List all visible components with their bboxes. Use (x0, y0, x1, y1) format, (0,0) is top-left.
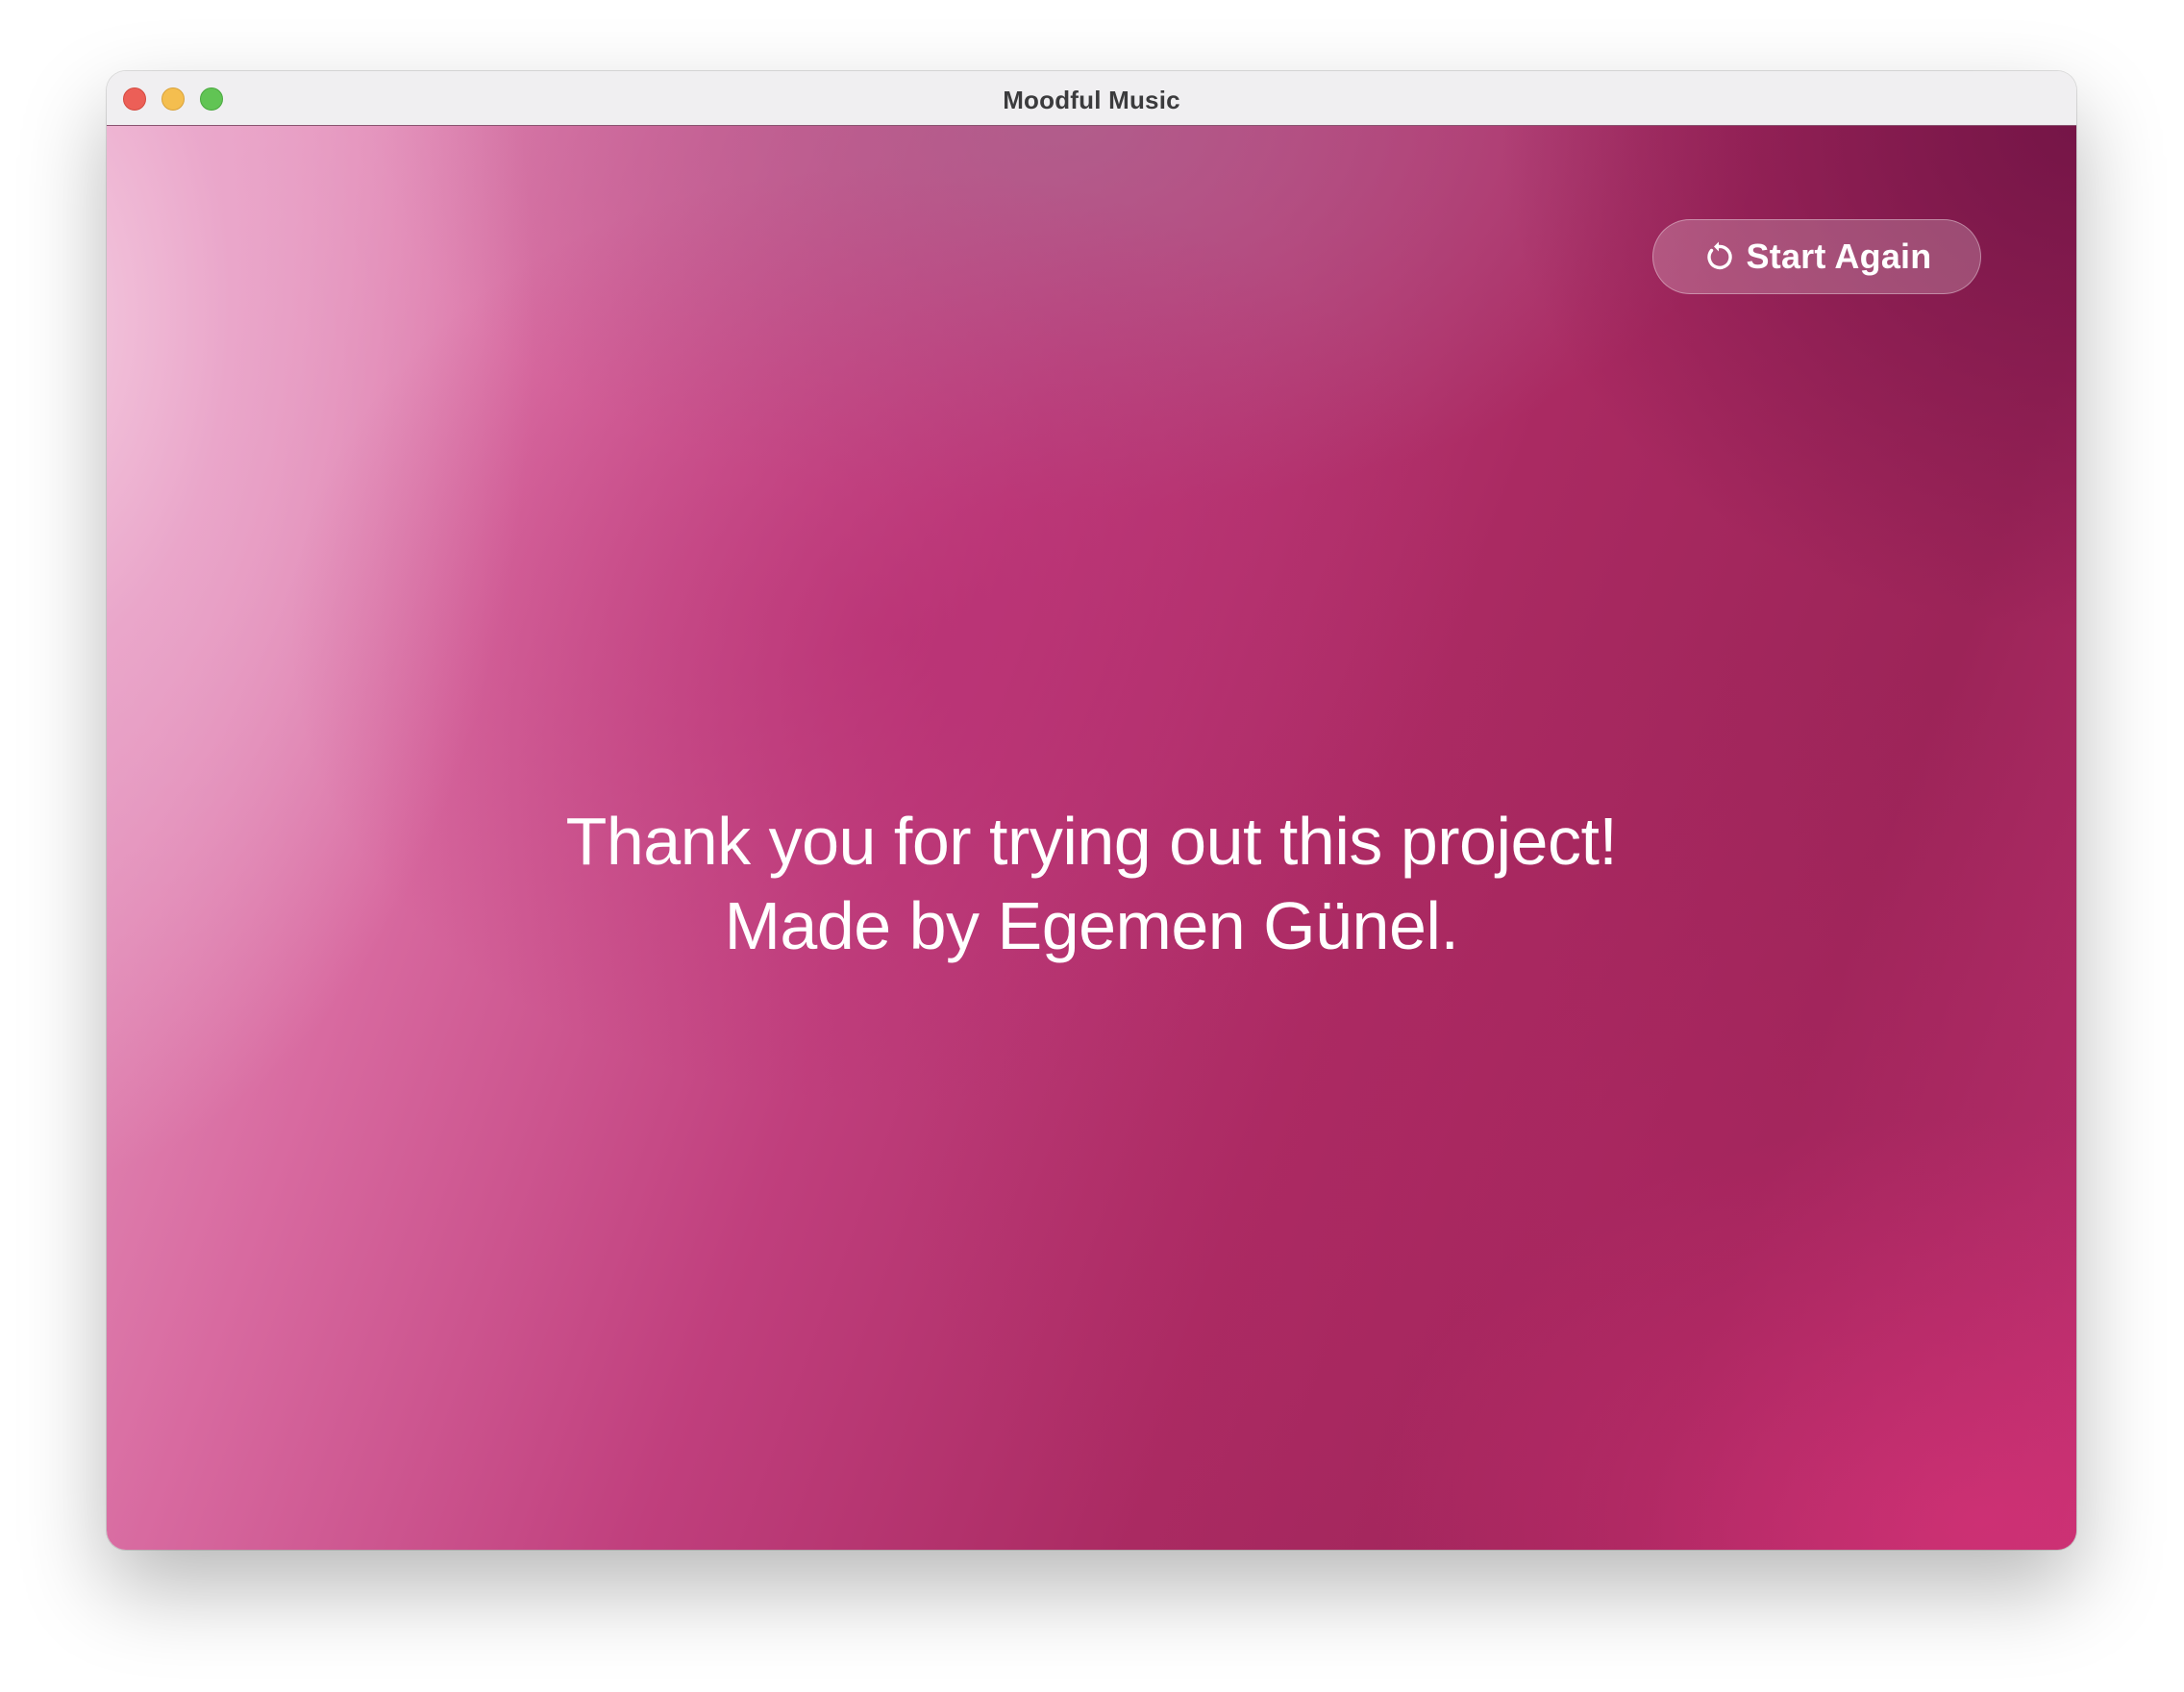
author-credit-line: Made by Egemen Günel. (724, 888, 1459, 963)
gradient-background: Start Again Thank you for trying out thi… (107, 126, 2076, 1550)
thank-you-line: Thank you for trying out this project! (565, 804, 1618, 879)
start-again-label: Start Again (1746, 236, 1932, 276)
thank-you-message: Thank you for trying out this project! M… (107, 799, 2076, 968)
app-window: Moodful Music Start Again Thank you for … (107, 71, 2076, 1550)
start-again-button[interactable]: Start Again (1652, 219, 1981, 294)
window-title: Moodful Music (1003, 86, 1180, 114)
restart-icon (1702, 240, 1735, 273)
title-bar[interactable]: Moodful Music (107, 71, 2076, 126)
